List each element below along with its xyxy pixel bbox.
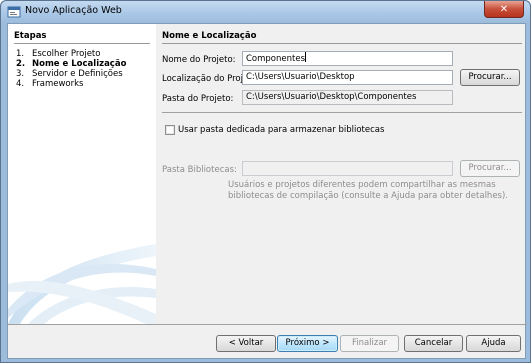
back-button[interactable]: < Voltar: [216, 335, 276, 352]
next-button[interactable]: Próximo >: [277, 335, 338, 352]
app-window-icon: [7, 5, 21, 19]
project-folder-label: Pasta do Projeto:: [162, 94, 234, 104]
window-title: Novo Aplicação Web: [25, 5, 122, 16]
steps-heading: Etapas: [14, 31, 47, 41]
title-bar[interactable]: Novo Aplicação Web ✕: [1, 1, 530, 23]
project-name-value: Componentes: [246, 54, 306, 64]
close-icon: ✕: [499, 3, 509, 15]
wizard-body: Etapas 1. Escolher Projeto 2. Nome e Loc…: [7, 23, 527, 359]
content-panel: Nome e Localização Nome do Projeto: Comp…: [156, 24, 527, 324]
cancel-button[interactable]: Cancelar: [404, 335, 463, 352]
browse-libraries-button[interactable]: Procurar...: [460, 160, 520, 177]
project-location-field[interactable]: C:\Users\Usuario\Desktop: [242, 70, 453, 85]
browse-location-button[interactable]: Procurar...: [460, 69, 520, 86]
finish-button[interactable]: Finalizar: [340, 335, 399, 352]
step-label: Servidor e Definições: [32, 69, 123, 79]
step-label: Frameworks: [32, 79, 84, 89]
page-title: Nome e Localização: [162, 31, 257, 41]
steps-panel: Etapas 1. Escolher Projeto 2. Nome e Loc…: [8, 24, 156, 324]
help-line: Usuários e projetos diferentes podem com…: [228, 180, 496, 190]
dedicated-folder-checkbox-label[interactable]: Usar pasta dedicada para armazenar bibli…: [178, 125, 384, 135]
step-label: Escolher Projeto: [32, 49, 101, 59]
step-item-current: 2. Nome e Localização: [16, 59, 126, 69]
step-number: 3.: [16, 69, 25, 79]
step-label: Nome e Localização: [32, 59, 127, 69]
steps-list: 1. Escolher Projeto 2. Nome e Localizaçã…: [16, 49, 126, 89]
libraries-folder-field[interactable]: [242, 161, 453, 176]
project-name-field[interactable]: Componentes: [242, 51, 453, 66]
project-folder-field[interactable]: C:\Users\Usuario\Desktop\Componentes: [242, 90, 453, 105]
swoosh-graphic: [8, 244, 156, 324]
footer-divider: [8, 324, 527, 325]
step-number: 1.: [16, 49, 25, 59]
step-number: 4.: [16, 79, 25, 89]
help-button[interactable]: Ajuda: [466, 335, 521, 352]
step-item: 4. Frameworks: [16, 79, 126, 89]
libraries-folder-label: Pasta Bibliotecas:: [162, 165, 237, 175]
wizard-window: Novo Aplicação Web ✕ Etapas 1. Escolher …: [0, 0, 531, 363]
libraries-help-text: Usuários e projetos diferentes podem com…: [228, 180, 508, 202]
close-button[interactable]: ✕: [484, 1, 524, 18]
text-cursor: [305, 52, 307, 62]
steps-heading-divider: [14, 43, 150, 44]
step-item: 3. Servidor e Definições: [16, 69, 126, 79]
dedicated-folder-checkbox[interactable]: [165, 125, 175, 135]
step-number: 2.: [16, 59, 26, 69]
project-name-label: Nome do Projeto:: [162, 55, 236, 65]
title-divider: [162, 43, 522, 44]
step-item: 1. Escolher Projeto: [16, 49, 126, 59]
help-line: bibliotecas de compilação (consulte a Aj…: [228, 191, 508, 201]
section-divider: [162, 112, 522, 113]
